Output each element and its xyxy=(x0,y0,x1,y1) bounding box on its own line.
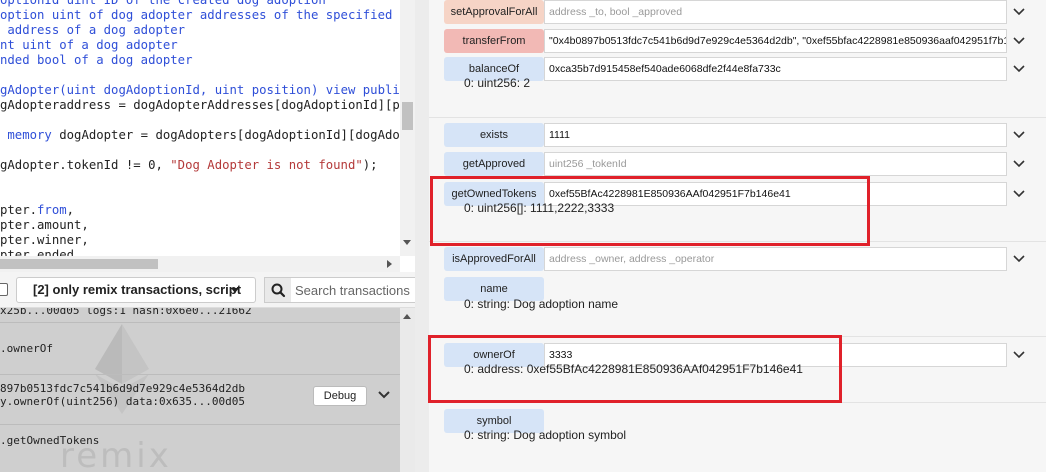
code-token: gAdopter( xyxy=(0,83,67,97)
code-token: , xyxy=(66,203,75,217)
log-entry-text: y.ownerOf(uint256) data:0x635...00d05 xyxy=(0,395,246,408)
code-token: pter.amount, xyxy=(0,218,89,232)
code-token: uint dogAdoptionId, uint position) view … xyxy=(66,83,415,97)
name-result: 0: string: Dog adoption name xyxy=(464,297,619,311)
code-token: nded bool of a dog adopter xyxy=(0,53,193,67)
code-line: pter.amount, xyxy=(0,218,400,233)
code-line: gAdopter.tokenId != 0, "Dog Adopter is n… xyxy=(0,158,400,173)
code-line: address of a dog adopter xyxy=(0,23,400,38)
code-line: nded bool of a dog adopter xyxy=(0,53,400,68)
code-token: optionId uint ID of the created dog adop… xyxy=(0,0,326,7)
log-entry-text: 897b0513fdc7c541b6d9d7e929c4e5364d2db xyxy=(0,382,246,395)
isapprovedforall-button[interactable]: isApprovedForAll xyxy=(444,247,544,271)
code-token: gAdopteraddress = dogAdopterAddresses[do… xyxy=(0,98,415,112)
transaction-filter-label: [2] only remix transactions, script xyxy=(33,282,242,297)
setapprovalforall-input[interactable]: address _to, bool _approved xyxy=(544,0,1007,24)
code-token: pter. xyxy=(0,203,38,217)
getapproved-button[interactable]: getApproved xyxy=(444,152,544,176)
panel-divider[interactable] xyxy=(415,0,429,472)
code-line: gAdopteraddress = dogAdopterAddresses[do… xyxy=(0,98,415,113)
balanceof-result: 0: uint256: 2 xyxy=(464,76,531,90)
balanceof-input[interactable]: 0xca35b7d915458ef540ade6068dfe2f44e8fa73… xyxy=(544,57,1007,81)
chevron-down-icon[interactable] xyxy=(1012,247,1026,276)
symbol-result: 0: string: Dog adoption symbol xyxy=(464,428,627,442)
log-divider xyxy=(0,322,400,323)
search-icon xyxy=(265,278,291,302)
chevron-down-icon[interactable] xyxy=(377,388,391,407)
log-entry-text: .getOwnedTokens xyxy=(0,434,100,447)
highlight-box-getowned-tokens xyxy=(430,176,870,246)
terminal-log[interactable]: remix x25b...00d05 logs:1 hash:0x6e0...2… xyxy=(0,308,415,472)
code-token: ); xyxy=(362,158,378,172)
caret-down-icon xyxy=(231,288,239,293)
scroll-right-icon[interactable] xyxy=(387,260,392,268)
log-entry-text: x25b...00d05 logs:1 hash:0x6e0...21662 xyxy=(0,308,252,317)
code-token: gAdopter.tokenId != 0, xyxy=(0,158,171,172)
code-line: gAdopter(uint dogAdoptionId, uint positi… xyxy=(0,83,407,98)
transaction-filter-select[interactable]: [2] only remix transactions, script xyxy=(16,277,256,303)
code-line: option uint of dog adopter addresses of … xyxy=(0,8,415,23)
code-line: pter.winner, xyxy=(0,233,400,248)
log-entry-text: .ownerOf xyxy=(0,342,53,355)
code-token: from xyxy=(37,203,67,217)
chevron-down-icon[interactable] xyxy=(1012,152,1026,181)
exists-button[interactable]: exists xyxy=(444,123,544,147)
editor-vertical-scroll-thumb[interactable] xyxy=(402,102,413,130)
code-line: optionId uint ID of the created dog adop… xyxy=(0,0,400,8)
chevron-down-icon[interactable] xyxy=(1012,57,1026,86)
highlight-box-owner-of xyxy=(428,335,842,403)
listen-network-checkbox[interactable] xyxy=(0,283,8,296)
search-transactions-input[interactable] xyxy=(295,280,415,300)
chevron-down-icon[interactable] xyxy=(1012,0,1026,29)
scroll-down-icon[interactable] xyxy=(403,240,411,245)
editor-horizontal-scrollbar[interactable] xyxy=(0,256,400,272)
search-transactions-box[interactable] xyxy=(264,277,415,303)
terminal-vertical-scrollbar[interactable] xyxy=(400,308,415,472)
code-line: memory dogAdopter = dogAdopters[dogAdopt… xyxy=(0,128,414,143)
chevron-down-icon[interactable] xyxy=(1012,29,1026,58)
code-token: address of a dog adopter xyxy=(0,23,186,37)
transferfrom-input[interactable]: "0x4b0897b0513fdc7c541b6d9d7e929c4e5364d… xyxy=(544,29,1007,53)
chevron-down-icon[interactable] xyxy=(1012,343,1026,372)
exists-input[interactable]: 1111 xyxy=(544,123,1007,147)
code-line: pter.from, xyxy=(0,203,400,218)
code-line: nt uint of a dog adopter xyxy=(0,38,400,53)
getapproved-input[interactable]: uint256 _tokenId xyxy=(544,152,1007,176)
code-token: option uint of dog adopter addresses of … xyxy=(0,8,415,22)
chevron-down-icon[interactable] xyxy=(1012,182,1026,211)
setapprovalforall-button[interactable]: setApprovalForAll xyxy=(444,0,544,24)
chevron-down-icon[interactable] xyxy=(1012,123,1026,152)
code-token: nt uint of a dog adopter xyxy=(0,38,178,52)
code-lines: optionId uint ID of the created dog adop… xyxy=(0,0,415,263)
isapprovedforall-input[interactable]: address _owner, address _operator xyxy=(544,247,1007,271)
editor-vertical-scrollbar[interactable] xyxy=(400,0,415,256)
debug-button[interactable]: Debug xyxy=(313,386,367,406)
code-token: dogAdopter = dogAdopters[dogAdoptionId][… xyxy=(59,128,415,142)
terminal-toolbar: [2] only remix transactions, script xyxy=(0,272,415,308)
code-token: memory xyxy=(0,128,60,142)
code-editor[interactable]: optionId uint ID of the created dog adop… xyxy=(0,0,415,272)
code-token: pter.winner, xyxy=(0,233,89,247)
scroll-up-icon[interactable] xyxy=(403,314,411,319)
transferfrom-button[interactable]: transferFrom xyxy=(444,29,544,53)
function-divider xyxy=(429,117,1046,118)
editor-horizontal-scroll-thumb[interactable] xyxy=(0,259,158,269)
log-divider xyxy=(0,424,400,425)
log-divider xyxy=(0,374,400,375)
code-token: "Dog Adopter is not found" xyxy=(170,158,363,172)
